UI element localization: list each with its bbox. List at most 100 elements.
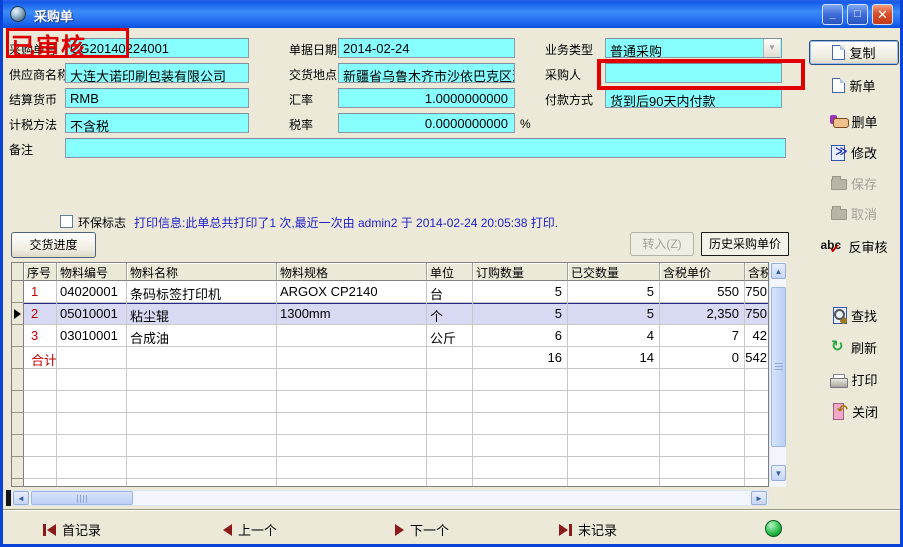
table-cell[interactable]: ARGOX CP2140	[277, 281, 427, 303]
biz-type-value: 普通采购	[610, 44, 662, 58]
table-cell[interactable]	[427, 347, 473, 369]
scroll-up-icon[interactable]: ▲	[771, 263, 786, 279]
first-record-label: 首记录	[62, 520, 101, 539]
table-cell[interactable]: 2,350	[660, 303, 745, 325]
delivery-progress-button[interactable]: 交货进度	[11, 232, 96, 258]
table-row[interactable]: 205010001粘尘辊1300mm个552,35011,750	[12, 303, 768, 325]
tax-method-field[interactable]: 不含税	[65, 113, 249, 133]
column-header: 物料编号	[57, 263, 127, 281]
table-cell[interactable]	[277, 325, 427, 347]
table-cell[interactable]: 5	[473, 303, 568, 325]
tax-rate-field[interactable]: 0.0000000000	[338, 113, 515, 133]
delete-hand-icon	[830, 115, 847, 127]
payment-field[interactable]: 货到后90天内付款	[605, 88, 782, 108]
unaudit-button[interactable]: 反审核	[809, 234, 899, 258]
table-vertical-scrollbar[interactable]: ▲ ▼	[769, 262, 786, 487]
scroll-down-icon[interactable]: ▼	[771, 465, 786, 481]
nav-first-record[interactable]: 首记录	[43, 520, 101, 539]
table-cell	[57, 435, 127, 457]
table-cell[interactable]: 7	[660, 325, 745, 347]
table-cell	[24, 391, 57, 413]
table-cell	[427, 435, 473, 457]
nav-previous-record[interactable]: 上一个	[223, 520, 277, 539]
scroll-right-icon[interactable]: ►	[751, 491, 767, 505]
table-row[interactable]: 303010001合成油 公斤64742	[12, 325, 768, 347]
print-info-text: 打印信息:此单总共打印了1 次,最近一次由 admin2 于 2014-02-2…	[134, 214, 558, 231]
table-cell[interactable]: 550	[660, 281, 745, 303]
table-cell[interactable]: 14,542	[745, 347, 769, 369]
table-cell[interactable]: 合计	[24, 347, 57, 369]
delivery-place-field[interactable]: 新疆省乌鲁木齐市沙依巴克区河滩	[338, 63, 515, 83]
modify-button[interactable]: 修改	[809, 140, 899, 164]
table-cell[interactable]: 11,750	[745, 303, 769, 325]
table-cell[interactable]: 5	[568, 281, 660, 303]
table-cell[interactable]: 16	[473, 347, 568, 369]
maximize-button[interactable]: □	[847, 4, 868, 25]
table-cell	[427, 391, 473, 413]
supplier-field[interactable]: 大连大诺印刷包装有限公司	[65, 63, 249, 83]
print-button[interactable]: 打印	[809, 367, 899, 391]
horizontal-scrollbar-thumb[interactable]	[31, 491, 133, 505]
table-cell	[24, 435, 57, 457]
table-cell[interactable]: 合成油	[127, 325, 277, 347]
tax-rate-percent-suffix: %	[520, 117, 531, 131]
table-cell[interactable]: 个	[427, 303, 473, 325]
table-cell[interactable]: 0	[660, 347, 745, 369]
biz-type-combobox[interactable]: 普通采购 ▼	[605, 38, 782, 58]
history-price-button[interactable]: 历史采购单价	[701, 232, 789, 256]
exchange-rate-field[interactable]: 1.0000000000	[338, 88, 515, 108]
table-cell[interactable]: 2	[24, 303, 57, 325]
title-bar[interactable]: 采购单 _ □ ✕	[0, 0, 903, 28]
doc-date-field[interactable]: 2014-02-24	[338, 38, 515, 58]
table-cell[interactable]: 42	[745, 325, 769, 347]
copy-button[interactable]: 复制	[809, 40, 899, 65]
table-cell[interactable]: 3	[24, 325, 57, 347]
table-cell[interactable]: 4	[568, 325, 660, 347]
minimize-button[interactable]: _	[822, 4, 843, 25]
table-total-row[interactable]: 合计 1614014,542	[12, 347, 768, 369]
close-label: 关闭	[852, 402, 878, 421]
currency-field[interactable]: RMB	[65, 88, 249, 108]
refresh-button[interactable]: ↻ 刷新	[809, 335, 899, 359]
table-cell[interactable]: 14	[568, 347, 660, 369]
chevron-down-icon[interactable]: ▼	[763, 39, 780, 57]
table-horizontal-scrollbar[interactable]: ◄ ►	[11, 490, 769, 506]
table-cell[interactable]: 5	[473, 281, 568, 303]
find-button[interactable]: 查找	[809, 303, 899, 327]
table-cell[interactable]: 04020001	[57, 281, 127, 303]
new-button[interactable]: 新单	[809, 73, 899, 97]
table-cell[interactable]: 1300mm	[277, 303, 427, 325]
table-cell	[57, 391, 127, 413]
save-button: 保存	[809, 171, 899, 195]
table-cell[interactable]: 05010001	[57, 303, 127, 325]
table-cell[interactable]: 03010001	[57, 325, 127, 347]
table-cell	[745, 413, 769, 435]
nav-next-record[interactable]: 下一个	[395, 520, 449, 539]
table-cell[interactable]	[277, 347, 427, 369]
close-window-button[interactable]: ✕	[872, 4, 893, 25]
table-cell[interactable]: 粘尘辊	[127, 303, 277, 325]
table-cell[interactable]: 1	[24, 281, 57, 303]
tax-method-label: 计税方法	[9, 116, 57, 133]
column-header: 订购数量	[473, 263, 568, 281]
table-cell[interactable]: 台	[427, 281, 473, 303]
scroll-left-icon[interactable]: ◄	[13, 491, 29, 505]
table-cell[interactable]: 公斤	[427, 325, 473, 347]
row-indicator	[12, 281, 24, 303]
close-button[interactable]: 关闭	[809, 399, 899, 423]
table-cell[interactable]: 2,750	[745, 281, 769, 303]
nav-last-record[interactable]: 末记录	[559, 520, 617, 539]
vertical-scrollbar-thumb[interactable]	[771, 287, 786, 447]
table-cell[interactable]: 条码标签打印机	[127, 281, 277, 303]
table-cell	[127, 391, 277, 413]
table-cell[interactable]	[57, 347, 127, 369]
remark-field[interactable]	[65, 138, 786, 158]
eco-mark-checkbox[interactable]	[60, 215, 73, 228]
unaudit-label: 反审核	[848, 237, 887, 256]
table-cell	[277, 479, 427, 487]
table-row[interactable]: 104020001条码标签打印机ARGOX CP2140台555502,750	[12, 281, 768, 303]
table-cell[interactable]: 5	[568, 303, 660, 325]
delete-button[interactable]: 删单	[809, 109, 899, 133]
table-cell[interactable]: 6	[473, 325, 568, 347]
table-cell[interactable]	[127, 347, 277, 369]
